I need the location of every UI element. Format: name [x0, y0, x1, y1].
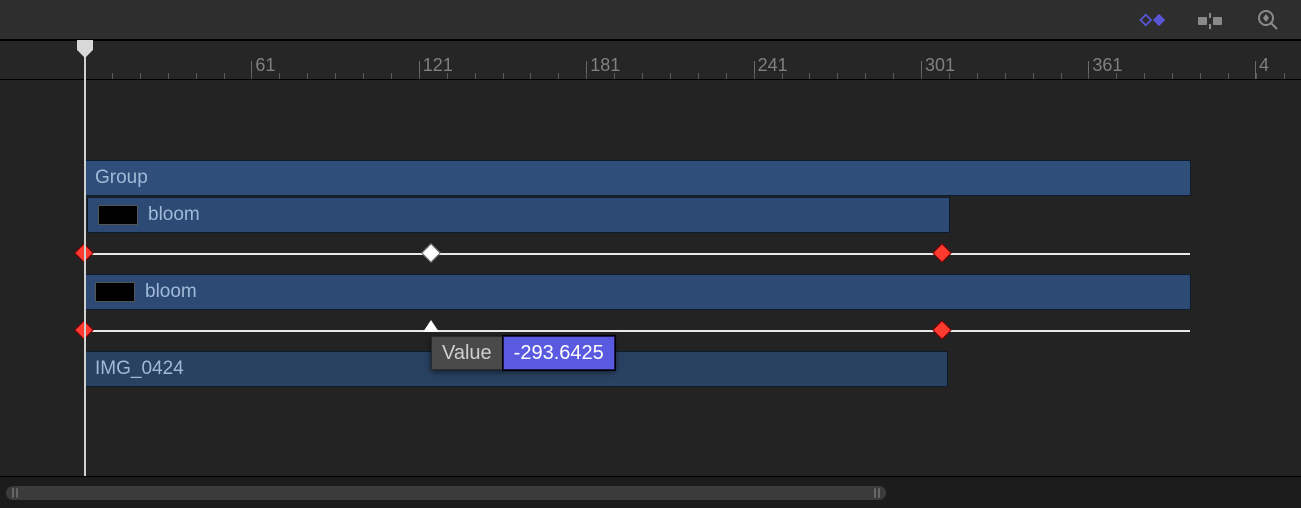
clip-label: IMG_0424 — [95, 358, 184, 380]
clip-thumbnail — [98, 205, 138, 225]
clip-label: bloom — [148, 204, 200, 226]
timeline-toolbar — [0, 0, 1301, 40]
group-bar[interactable]: Group — [84, 160, 1191, 196]
ruler-label: 241 — [758, 55, 788, 76]
clip-label: bloom — [145, 281, 197, 303]
clip-bar[interactable]: bloom — [84, 274, 1191, 310]
timeline-search-button[interactable] — [1253, 5, 1283, 35]
keyframe-toggle-button[interactable] — [1137, 5, 1167, 35]
keyframe-caret-up-icon[interactable] — [423, 320, 439, 332]
ruler-label: 301 — [925, 55, 955, 76]
timeline-scrollbar-area — [0, 476, 1301, 508]
ruler-label: 121 — [423, 55, 453, 76]
keyframe-diamond-icon[interactable] — [421, 243, 441, 263]
ruler-label: 61 — [255, 55, 275, 76]
scrollbar-thumb[interactable] — [6, 486, 886, 500]
group-label: Group — [95, 167, 148, 189]
ruler-label: 361 — [1092, 55, 1122, 76]
ruler-label: 4 — [1259, 55, 1269, 76]
playhead[interactable] — [84, 40, 86, 476]
value-label: Value — [431, 336, 503, 370]
clip-thumbnail — [95, 282, 135, 302]
scrollbar-track[interactable] — [6, 486, 1295, 500]
keyframe-value-popup: Value-293.6425 — [431, 336, 615, 370]
snap-icon — [1195, 11, 1225, 29]
ruler-label: 181 — [590, 55, 620, 76]
clip-bar[interactable]: bloom — [87, 197, 950, 233]
timeline-ruler[interactable]: 61 121 181 241 301 361 4 — [0, 40, 1301, 80]
keyframe-diamond-icon — [1137, 11, 1167, 29]
keyframe-line[interactable] — [84, 330, 1190, 332]
value-input[interactable]: -293.6425 — [503, 336, 615, 370]
search-icon — [1257, 9, 1279, 31]
keyframe-red-icon[interactable] — [932, 320, 952, 340]
snap-button[interactable] — [1195, 5, 1225, 35]
keyframe-line[interactable] — [84, 253, 1190, 255]
tracks-area: GroupbloombloomIMG_0424Value-293.6425 — [0, 80, 1301, 476]
keyframe-red-icon[interactable] — [932, 243, 952, 263]
